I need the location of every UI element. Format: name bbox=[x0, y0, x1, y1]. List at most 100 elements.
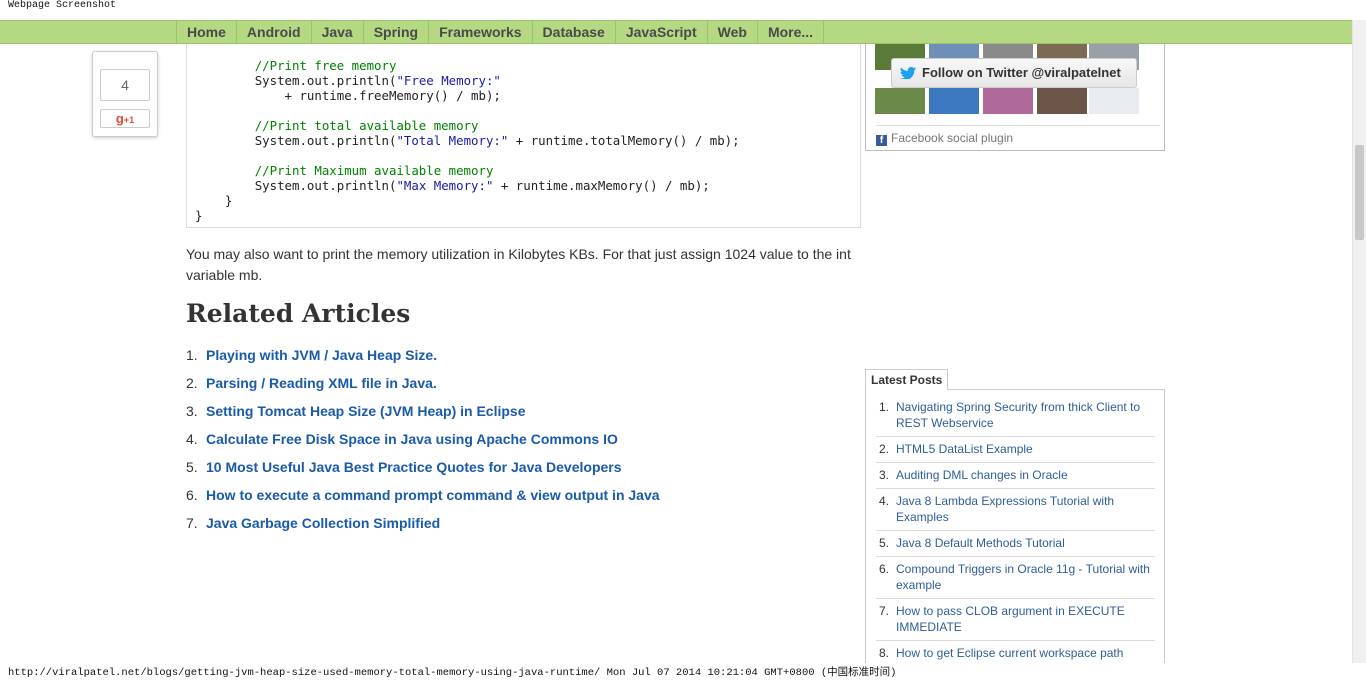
list-item: 3. Setting Tomcat Heap Size (JVM Heap) in… bbox=[186, 401, 660, 429]
code-comment: //Print total available memory bbox=[254, 118, 479, 133]
list-number: 8. bbox=[879, 646, 890, 660]
nav-item-javascript[interactable]: JavaScript bbox=[614, 21, 707, 43]
list-number: 2. bbox=[186, 375, 198, 391]
main-nav: Home Android Java Spring Frameworks Data… bbox=[0, 20, 1352, 44]
list-number: 2. bbox=[879, 442, 890, 456]
latest-post-link[interactable]: Java 8 Lambda Expressions Tutorial with … bbox=[896, 493, 1155, 525]
code-line: System.out.println("Total Memory:" + run… bbox=[254, 133, 740, 148]
status-url: http://viralpatel.net/blogs/getting-jvm-… bbox=[8, 667, 601, 679]
code-comment: //Print free memory bbox=[254, 58, 397, 73]
code-string: "Total Memory:" bbox=[396, 133, 509, 148]
code-line: //Print total available memory bbox=[195, 118, 740, 133]
list-item: 2. Parsing / Reading XML file in Java. bbox=[186, 373, 660, 401]
code-comment: //Print Maximum available memory bbox=[254, 163, 494, 178]
list-number: 1. bbox=[186, 347, 198, 363]
related-article-link[interactable]: Setting Tomcat Heap Size (JVM Heap) in E… bbox=[206, 403, 525, 419]
list-number: 3. bbox=[186, 403, 198, 419]
nav-item-more[interactable]: More... bbox=[756, 21, 825, 43]
latest-post-link[interactable]: How to get Eclipse current workspace pat… bbox=[896, 645, 1123, 661]
list-number: 3. bbox=[879, 468, 890, 482]
code-line: } bbox=[195, 208, 203, 223]
latest-post-link[interactable]: Auditing DML changes in Oracle bbox=[896, 467, 1068, 483]
latest-post-link[interactable]: Java 8 Default Methods Tutorial bbox=[896, 535, 1065, 551]
vertical-scrollbar[interactable] bbox=[1352, 20, 1366, 663]
code-line: //Print Maximum available memory bbox=[195, 163, 740, 178]
facebook-icon: f bbox=[876, 135, 887, 146]
code-line: System.out.println("Free Memory:" bbox=[254, 73, 501, 88]
list-number: 7. bbox=[186, 515, 198, 531]
twitter-follow-label: Follow on Twitter @viralpatelnet bbox=[922, 65, 1121, 80]
list-item: 3. Auditing DML changes in Oracle bbox=[876, 466, 1155, 489]
list-item: 2. HTML5 DataList Example bbox=[876, 440, 1155, 463]
facebook-plugin-label[interactable]: Facebook social plugin bbox=[891, 131, 1013, 145]
list-item: 5. Java 8 Default Methods Tutorial bbox=[876, 534, 1155, 557]
related-article-link[interactable]: How to execute a command prompt command … bbox=[206, 487, 660, 503]
latest-posts-body: 1. Navigating Spring Security from thick … bbox=[865, 389, 1165, 669]
latest-post-link[interactable]: HTML5 DataList Example bbox=[896, 441, 1033, 457]
gplus-suffix: +1 bbox=[123, 115, 135, 125]
list-item: 6. How to execute a command prompt comman… bbox=[186, 485, 660, 513]
latest-post-link[interactable]: Navigating Spring Security from thick Cl… bbox=[896, 399, 1155, 431]
list-number: 4. bbox=[879, 494, 890, 508]
list-item: 7. How to pass CLOB argument in EXECUTE I… bbox=[876, 602, 1155, 641]
facebook-like-box: Follow on Twitter @viralpatelnet f Facebo… bbox=[865, 44, 1165, 151]
screenshot-header-label: Webpage Screenshot bbox=[8, 0, 117, 11]
nav-item-database[interactable]: Database bbox=[531, 21, 615, 43]
nav-item-frameworks[interactable]: Frameworks bbox=[428, 21, 531, 43]
gplus-label: g bbox=[115, 111, 124, 126]
share-widget: 4 g+1 bbox=[92, 51, 158, 137]
related-article-link[interactable]: 10 Most Useful Java Best Practice Quotes… bbox=[206, 459, 622, 475]
share-count: 4 bbox=[100, 69, 150, 101]
nav-item-home[interactable]: Home bbox=[176, 21, 236, 43]
avatar[interactable] bbox=[875, 88, 925, 114]
nav-item-spring[interactable]: Spring bbox=[362, 21, 428, 43]
latest-post-link[interactable]: Compound Triggers in Oracle 11g - Tutori… bbox=[896, 561, 1155, 593]
status-timestamp: Mon Jul 07 2014 10:21:04 GMT+0800 (中国标准时… bbox=[606, 667, 897, 679]
nav-menu: Home Android Java Spring Frameworks Data… bbox=[176, 21, 825, 43]
related-article-link[interactable]: Calculate Free Disk Space in Java using … bbox=[206, 431, 618, 447]
twitter-bird-icon bbox=[900, 67, 916, 79]
list-item: 4. Calculate Free Disk Space in Java usin… bbox=[186, 429, 660, 457]
facebook-plugin-footer: f Facebook social plugin bbox=[876, 125, 1160, 146]
list-number: 5. bbox=[879, 536, 890, 550]
nav-item-web[interactable]: Web bbox=[706, 21, 757, 43]
list-number: 1. bbox=[879, 400, 890, 414]
related-article-link[interactable]: Java Garbage Collection Simplified bbox=[206, 515, 440, 531]
list-item: 6. Compound Triggers in Oracle 11g - Tuto… bbox=[876, 560, 1155, 599]
avatar[interactable] bbox=[983, 88, 1033, 114]
latest-posts-widget: Latest Posts 1. Navigating Spring Securit… bbox=[865, 369, 1165, 669]
latest-posts-tab[interactable]: Latest Posts bbox=[865, 369, 949, 390]
list-number: 7. bbox=[879, 604, 890, 618]
code-line: } bbox=[224, 193, 233, 208]
list-number: 6. bbox=[186, 487, 198, 503]
code-block: //Print free memory System.out.println("… bbox=[186, 44, 861, 228]
list-number: 4. bbox=[186, 431, 198, 447]
list-item: 4. Java 8 Lambda Expressions Tutorial wit… bbox=[876, 492, 1155, 531]
latest-post-link[interactable]: How to pass CLOB argument in EXECUTE IMM… bbox=[896, 603, 1155, 635]
avatar[interactable] bbox=[1037, 88, 1087, 114]
gplus-button[interactable]: g+1 bbox=[100, 109, 150, 128]
list-number: 6. bbox=[879, 562, 890, 576]
code-line: System.out.println("Max Memory:" + runti… bbox=[254, 178, 710, 193]
status-bar: http://viralpatel.net/blogs/getting-jvm-… bbox=[0, 663, 1366, 683]
code-line: //Print free memory bbox=[195, 58, 740, 73]
avatar[interactable] bbox=[929, 88, 979, 114]
related-articles-heading: Related Articles bbox=[186, 299, 411, 328]
twitter-follow-button[interactable]: Follow on Twitter @viralpatelnet bbox=[891, 58, 1137, 88]
nav-item-java[interactable]: Java bbox=[310, 21, 363, 43]
code-content: //Print free memory System.out.println("… bbox=[195, 58, 740, 223]
related-article-link[interactable]: Parsing / Reading XML file in Java. bbox=[206, 375, 437, 391]
nav-item-android[interactable]: Android bbox=[235, 21, 311, 43]
list-number: 5. bbox=[186, 459, 198, 475]
list-item: 1. Playing with JVM / Java Heap Size. bbox=[186, 345, 660, 373]
list-item: 5. 10 Most Useful Java Best Practice Quot… bbox=[186, 457, 660, 485]
memory-kb-paragraph: You may also want to print the memory ut… bbox=[186, 246, 851, 283]
scrollbar-thumb[interactable] bbox=[1355, 145, 1364, 240]
related-articles-list: 1. Playing with JVM / Java Heap Size. 2. P… bbox=[186, 345, 660, 541]
code-string: "Max Memory:" bbox=[396, 178, 494, 193]
related-article-link[interactable]: Playing with JVM / Java Heap Size. bbox=[206, 347, 437, 363]
avatar[interactable] bbox=[1089, 88, 1139, 114]
code-string: "Free Memory:" bbox=[396, 73, 501, 88]
